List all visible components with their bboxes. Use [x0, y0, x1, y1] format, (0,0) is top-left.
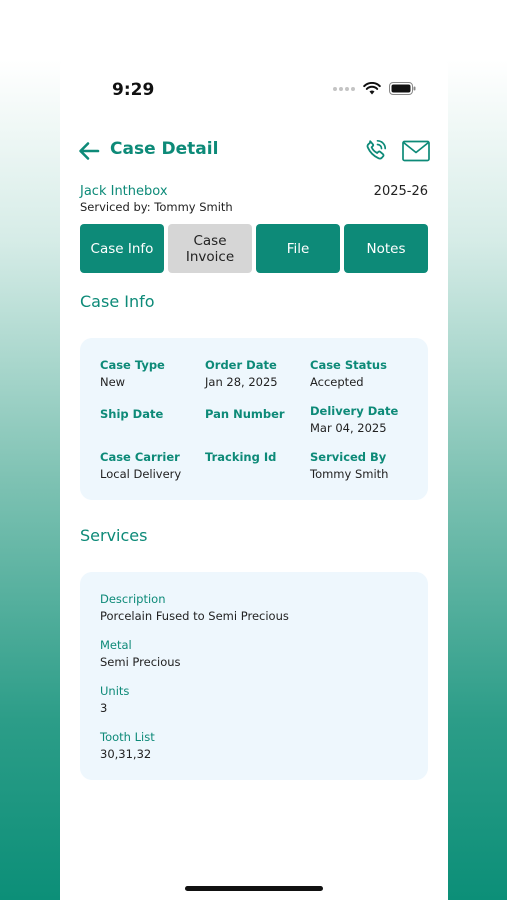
tab-bar: Case Info Case Invoice File Notes [80, 224, 428, 273]
field-label: Serviced By [310, 450, 387, 464]
field-serviced-by: Serviced By Tommy Smith [310, 450, 415, 481]
case-info-heading: Case Info [80, 292, 155, 311]
tab-case-invoice[interactable]: Case Invoice [168, 224, 252, 273]
mail-icon[interactable] [402, 140, 430, 162]
field-pan-number: Pan Number [205, 407, 310, 424]
field-label: Ship Date [100, 407, 164, 421]
status-time: 9:29 [112, 80, 155, 100]
tab-file[interactable]: File [256, 224, 340, 273]
service-value: Semi Precious [100, 655, 181, 669]
field-tracking-id: Tracking Id [205, 450, 310, 467]
service-value: Porcelain Fused to Semi Precious [100, 609, 289, 623]
field-value: Jan 28, 2025 [205, 375, 278, 389]
home-indicator[interactable] [185, 886, 323, 891]
services-heading: Services [80, 526, 148, 545]
service-label: Metal [100, 638, 132, 652]
field-order-date: Order Date Jan 28, 2025 [205, 358, 310, 389]
back-arrow-icon[interactable] [78, 140, 100, 162]
status-icons [333, 82, 416, 95]
case-year: 2025-26 [373, 184, 428, 199]
case-info-card: Case Type New Order Date Jan 28, 2025 Ca… [80, 338, 428, 500]
field-case-type: Case Type New [100, 358, 205, 389]
services-card: Description Porcelain Fused to Semi Prec… [80, 572, 428, 780]
field-value: Local Delivery [100, 467, 182, 481]
service-description: Description Porcelain Fused to Semi Prec… [100, 592, 289, 623]
patient-name: Jack Inthebox [80, 184, 168, 199]
battery-icon [389, 82, 416, 95]
field-value: Tommy Smith [310, 467, 389, 481]
field-label: Case Status [310, 358, 387, 372]
wifi-icon [363, 82, 381, 95]
service-value: 3 [100, 701, 108, 715]
field-label: Delivery Date [310, 404, 399, 418]
service-tooth-list: Tooth List 30,31,32 [100, 730, 155, 761]
service-label: Units [100, 684, 130, 698]
service-units: Units 3 [100, 684, 129, 715]
service-label: Tooth List [100, 730, 155, 744]
field-value: Accepted [310, 375, 364, 389]
tab-case-info[interactable]: Case Info [80, 224, 164, 273]
field-case-status: Case Status Accepted [310, 358, 415, 389]
service-metal: Metal Semi Precious [100, 638, 181, 669]
field-label: Pan Number [205, 407, 285, 421]
status-bar: 9:29 [60, 60, 448, 120]
field-label: Case Type [100, 358, 165, 372]
field-value: Mar 04, 2025 [310, 421, 387, 435]
field-value: New [100, 375, 126, 389]
field-label: Tracking Id [205, 450, 277, 464]
field-delivery-date: Delivery Date Mar 04, 2025 [310, 404, 415, 435]
field-label: Case Carrier [100, 450, 180, 464]
tab-notes[interactable]: Notes [344, 224, 428, 273]
cellular-signal-icon [333, 86, 355, 91]
field-ship-date: Ship Date [100, 407, 205, 424]
app-screen: 9:29 Case Detail Jack Inthebox 2025-26 S… [60, 60, 448, 900]
field-case-carrier: Case Carrier Local Delivery [100, 450, 205, 481]
page-title: Case Detail [110, 139, 219, 159]
service-value: 30,31,32 [100, 747, 152, 761]
field-label: Order Date [205, 358, 277, 372]
service-label: Description [100, 592, 166, 606]
top-bar: Case Detail [60, 136, 448, 166]
phone-call-icon[interactable] [364, 138, 388, 162]
serviced-by-text: Serviced by: Tommy Smith [80, 200, 233, 214]
